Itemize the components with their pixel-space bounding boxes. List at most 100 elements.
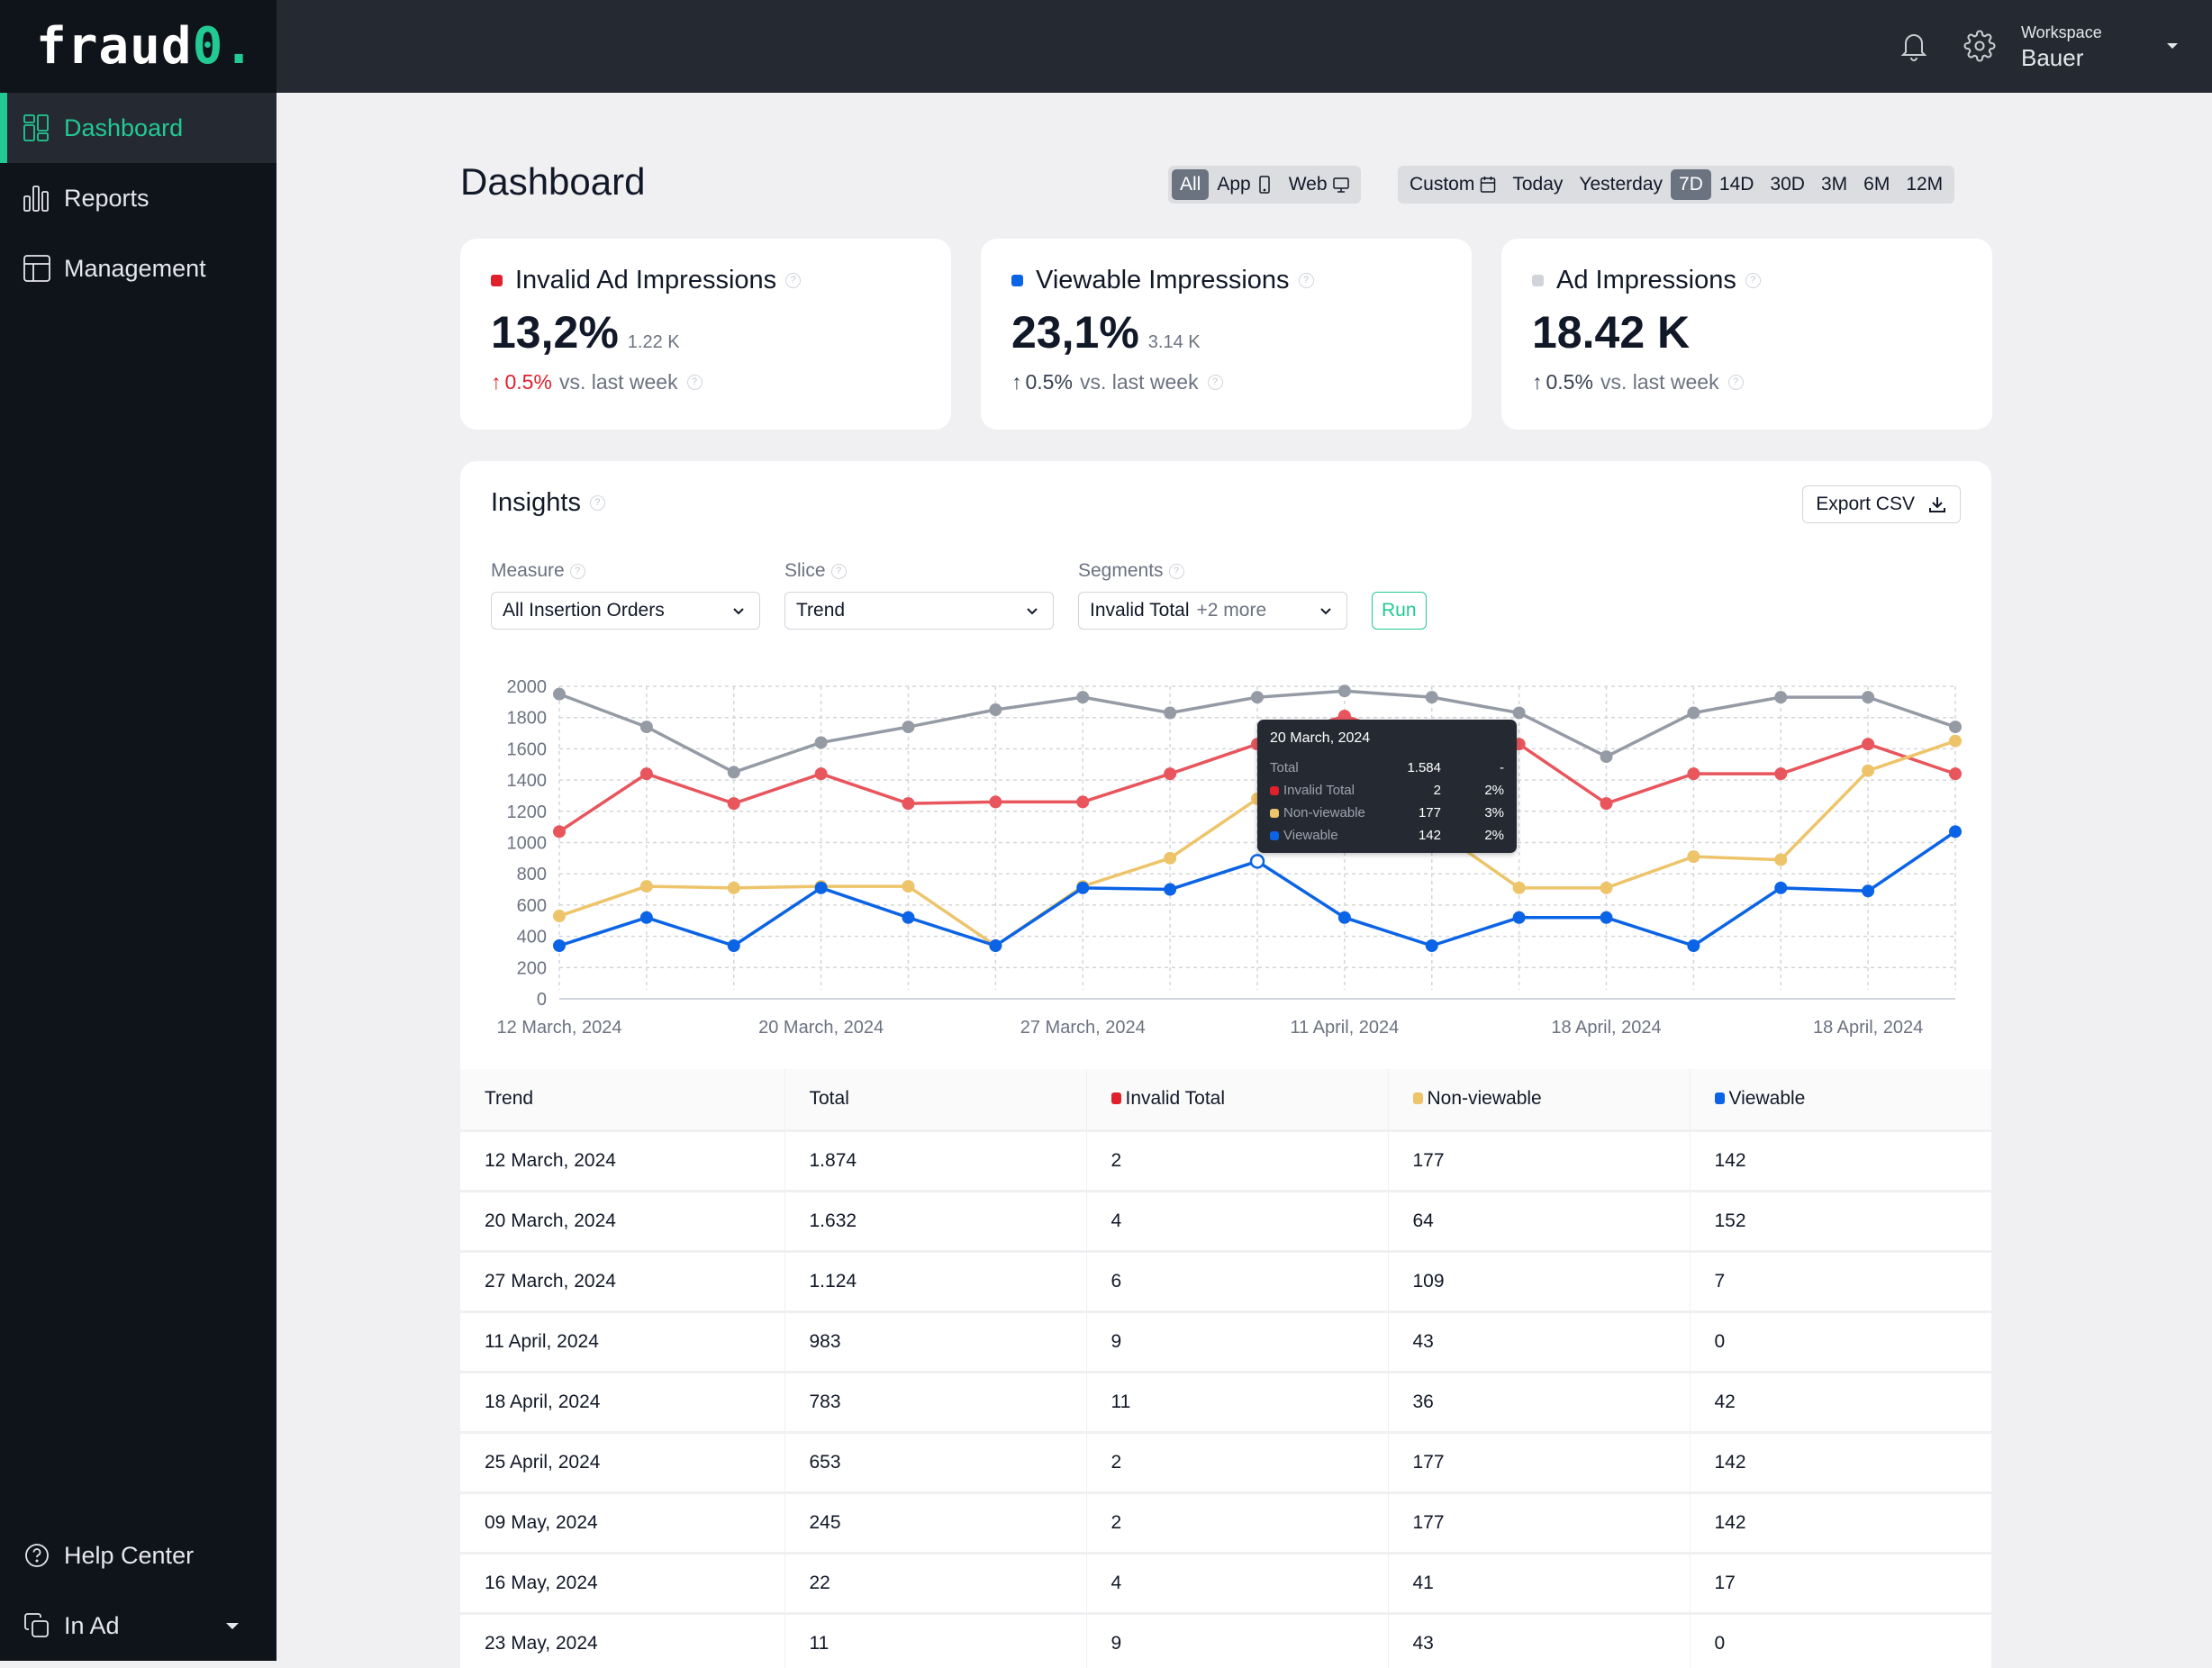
- data-point: [1425, 939, 1438, 953]
- range-option-today[interactable]: Today: [1504, 169, 1571, 200]
- table-row[interactable]: 25 April, 2024 653 2 177 142: [460, 1432, 1991, 1494]
- table-row[interactable]: 18 April, 2024 783 11 36 42: [460, 1372, 1991, 1434]
- measure-select[interactable]: All Insertion Orders: [491, 592, 760, 630]
- sidebar-item-label: Dashboard: [64, 113, 184, 141]
- data-point: [639, 767, 653, 781]
- table-row[interactable]: 09 May, 2024 245 2 177 142: [460, 1492, 1991, 1555]
- x-tick-label: 18 April, 2024: [1813, 1018, 1923, 1038]
- tooltip-name: Total: [1270, 760, 1299, 775]
- table-cell: 177: [1388, 1492, 1691, 1555]
- help-icon[interactable]: ?: [589, 495, 605, 511]
- table-cell: 6: [1086, 1251, 1389, 1313]
- platform-option-web[interactable]: Web: [1281, 169, 1357, 200]
- segments-label: Segments: [1078, 560, 1164, 581]
- data-point: [1512, 706, 1526, 720]
- range-option-14d[interactable]: 14D: [1711, 169, 1763, 200]
- workspace-selector[interactable]: Workspace Bauer: [2021, 23, 2102, 72]
- table-cell: 983: [784, 1311, 1087, 1373]
- sidebar-item-dashboard[interactable]: Dashboard: [0, 93, 276, 163]
- data-point: [989, 703, 1002, 717]
- table-cell: 0: [1690, 1311, 1991, 1373]
- logo-accent: 0: [192, 17, 224, 76]
- data-point: [989, 939, 1002, 953]
- data-point: [1251, 691, 1264, 704]
- data-point: [639, 721, 653, 734]
- table-row[interactable]: 16 May, 2024 22 4 41 17: [460, 1553, 1991, 1615]
- gear-icon[interactable]: [1963, 30, 1996, 62]
- data-point: [1949, 721, 1962, 734]
- data-point: [553, 825, 566, 839]
- data-point: [1425, 691, 1438, 704]
- help-icon[interactable]: ?: [1745, 273, 1761, 288]
- kpi-comparison: vs. last week: [1079, 370, 1199, 394]
- export-csv-button[interactable]: Export CSV: [1802, 485, 1961, 523]
- sidebar-item-reports[interactable]: Reports: [0, 163, 276, 233]
- data-point: [727, 797, 740, 811]
- data-point: [1949, 734, 1962, 748]
- sidebar-item-help-center[interactable]: Help Center: [0, 1520, 276, 1591]
- help-icon[interactable]: ?: [1298, 273, 1314, 288]
- data-point: [1687, 850, 1700, 864]
- data-point: [1600, 881, 1613, 894]
- help-icon[interactable]: ?: [1727, 375, 1744, 390]
- kpi-value: 13,2%: [491, 307, 619, 358]
- logo[interactable]: fraud 0.: [0, 0, 276, 93]
- chevron-down-icon: [733, 608, 744, 615]
- dashboard-icon: [23, 114, 49, 141]
- bell-icon[interactable]: [1898, 29, 1930, 63]
- range-option-yesterday[interactable]: Yesterday: [1571, 169, 1671, 200]
- column-header-invalid-total[interactable]: Invalid Total: [1086, 1069, 1389, 1132]
- help-icon[interactable]: ?: [1207, 375, 1223, 390]
- range-option-custom[interactable]: Custom: [1401, 169, 1504, 200]
- sidebar-item-in-ad[interactable]: In Ad: [0, 1591, 276, 1661]
- range-option-6m[interactable]: 6M: [1855, 169, 1898, 200]
- tooltip-row-total: Total 1.584 -: [1270, 757, 1504, 779]
- slice-select[interactable]: Trend: [784, 592, 1054, 630]
- range-option-3m[interactable]: 3M: [1813, 169, 1855, 200]
- column-header-trend[interactable]: Trend: [460, 1069, 785, 1132]
- table-cell: 152: [1690, 1191, 1991, 1253]
- help-icon[interactable]: ?: [830, 563, 847, 579]
- data-point: [1687, 939, 1700, 953]
- run-button[interactable]: Run: [1372, 592, 1427, 630]
- tooltip-pct: 3%: [1484, 805, 1504, 820]
- y-tick-label: 800: [517, 865, 547, 884]
- help-icon[interactable]: ?: [569, 563, 585, 579]
- sidebar-bottom: Help Center In Ad: [0, 1520, 276, 1661]
- column-header-viewable[interactable]: Viewable: [1690, 1069, 1991, 1132]
- column-header-non-viewable[interactable]: Non-viewable: [1388, 1069, 1691, 1132]
- help-icon[interactable]: ?: [785, 273, 802, 288]
- column-label: Invalid Total: [1125, 1088, 1226, 1110]
- range-option-30d[interactable]: 30D: [1762, 169, 1813, 200]
- sidebar-item-management[interactable]: Management: [0, 233, 276, 304]
- export-label: Export CSV: [1816, 494, 1915, 514]
- data-point: [727, 881, 740, 894]
- range-option-12m[interactable]: 12M: [1898, 169, 1951, 200]
- segments-select[interactable]: Invalid Total +2 more: [1078, 592, 1347, 630]
- table-row[interactable]: 27 March, 2024 1.124 6 109 7: [460, 1251, 1991, 1313]
- table-cell: 11: [1086, 1372, 1389, 1434]
- platform-option-app[interactable]: App: [1209, 169, 1280, 200]
- help-icon[interactable]: ?: [686, 375, 703, 390]
- data-point: [1862, 738, 1875, 751]
- legend-swatch-blue: [1270, 830, 1279, 840]
- table-row[interactable]: 20 March, 2024 1.632 4 64 152: [460, 1191, 1991, 1253]
- data-point: [1164, 883, 1177, 896]
- table-row[interactable]: 23 May, 2024 11 9 43 0: [460, 1613, 1991, 1668]
- help-icon[interactable]: ?: [1168, 563, 1184, 579]
- column-header-total[interactable]: Total: [784, 1069, 1087, 1132]
- table-cell: 783: [784, 1372, 1087, 1434]
- table-header-row: Trend Total Invalid Total Non-viewable V…: [460, 1069, 1991, 1132]
- range-option-7d[interactable]: 7D: [1671, 169, 1711, 200]
- tooltip-name: Viewable: [1283, 828, 1338, 843]
- table-row[interactable]: 12 March, 2024 1.874 2 177 142: [460, 1130, 1991, 1192]
- platform-option-all[interactable]: All: [1172, 169, 1210, 200]
- tooltip-row-invalid: Invalid Total 2 2%: [1270, 779, 1504, 802]
- data-point: [1600, 911, 1613, 924]
- table-cell: 1.874: [784, 1130, 1087, 1192]
- x-tick-label: 27 March, 2024: [1020, 1018, 1146, 1038]
- table-row[interactable]: 11 April, 2024 983 9 43 0: [460, 1311, 1991, 1373]
- help-circle-icon: [25, 1544, 49, 1567]
- kpi-card-invalid-impressions: Invalid Ad Impressions? 13,2% 1.22 K ↑ 0.5…: [460, 239, 951, 430]
- caret-down-icon[interactable]: [2167, 43, 2178, 49]
